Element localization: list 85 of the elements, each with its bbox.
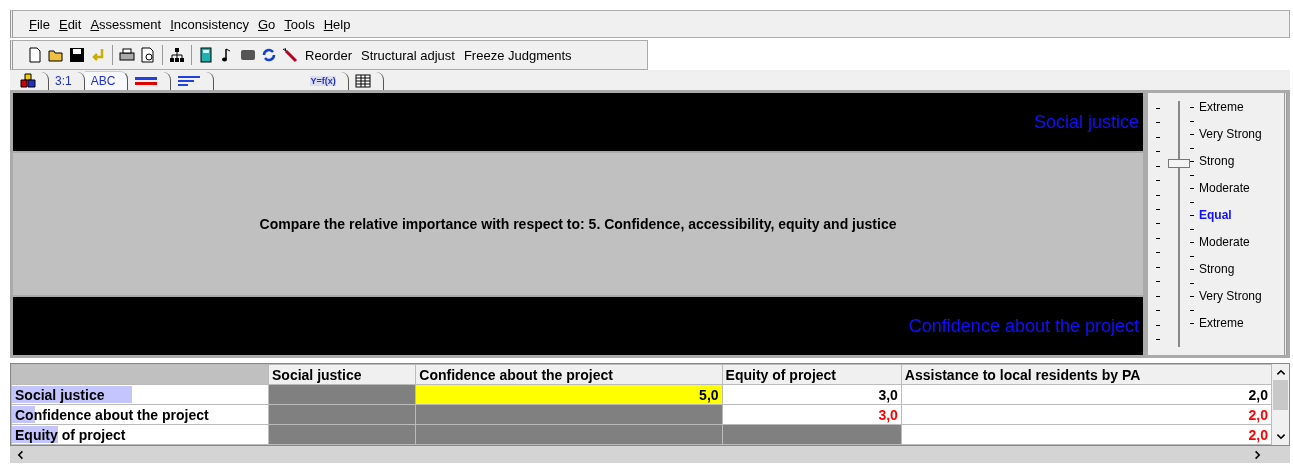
save-icon[interactable] <box>69 47 85 63</box>
row-header: Social justice <box>11 384 269 405</box>
tick-mark <box>1190 188 1194 190</box>
tick-mark <box>1190 255 1194 257</box>
folder-icon[interactable] <box>48 47 64 63</box>
tick-mark <box>1190 309 1194 311</box>
cubes-icon <box>20 73 36 89</box>
tick-mark <box>1190 201 1194 203</box>
row-header: Confidence about the project <box>11 404 269 425</box>
column-header: Equity of project <box>722 364 902 385</box>
table-icon <box>354 73 371 89</box>
tick-mark <box>1156 310 1160 312</box>
print-preview-icon[interactable] <box>140 47 156 63</box>
tick-mark <box>1190 323 1194 325</box>
two-bars-icon <box>134 75 159 87</box>
panel-icon[interactable] <box>240 47 256 63</box>
print-icon[interactable] <box>119 47 135 63</box>
element-name: Social justice <box>1033 111 1139 133</box>
tick-mark <box>1156 107 1160 109</box>
tick-mark <box>1156 339 1160 341</box>
tick-mark <box>1156 295 1160 297</box>
table-cell[interactable]: 2,0 <box>901 424 1272 445</box>
column-header: Social justice <box>268 364 416 385</box>
tick-mark <box>1190 296 1194 298</box>
tick-mark <box>1190 215 1194 217</box>
slider-thumb[interactable] <box>1168 158 1190 168</box>
tab[interactable]: ABC <box>84 71 129 90</box>
tick-mark <box>1190 107 1194 109</box>
tick-mark <box>1190 161 1194 163</box>
scale-label: Moderate <box>1199 235 1250 249</box>
prompt-text: Compare the relative importance with respect to: 5. Confidence, accessibility, equity and justice <box>259 216 897 232</box>
horizontal-scrollbar[interactable] <box>10 446 1290 463</box>
tick-mark <box>1156 194 1160 196</box>
menu-item[interactable]: Inconsistency <box>170 16 249 32</box>
vertical-scrollbar[interactable] <box>1272 364 1289 445</box>
menu-item[interactable]: Assessment <box>90 16 162 32</box>
row-header: Equity of project <box>11 424 269 445</box>
scale-label: Extreme <box>1199 316 1244 330</box>
tick-mark <box>1156 180 1160 182</box>
column-header: Confidence about the project <box>415 364 723 385</box>
wand-icon[interactable] <box>282 47 298 63</box>
sorted-bars-icon <box>177 75 202 87</box>
scale-label: Equal <box>1199 208 1232 222</box>
scale-label: Extreme <box>1199 100 1244 114</box>
tick-mark <box>1156 122 1160 124</box>
new-file-icon[interactable] <box>27 47 43 63</box>
scale-label: Very Strong <box>1199 289 1262 303</box>
tick-mark <box>1190 147 1194 149</box>
tick-mark <box>1156 151 1160 153</box>
menu-item[interactable]: Help <box>323 16 351 32</box>
scale-label: Strong <box>1199 262 1235 276</box>
tick-mark <box>1156 209 1160 210</box>
tick-mark <box>1190 282 1194 284</box>
tick-mark <box>1156 266 1160 268</box>
calculator-icon[interactable] <box>198 47 214 63</box>
table-cell[interactable]: 2,0 <box>901 404 1272 425</box>
menu-item[interactable]: Tools <box>284 16 315 32</box>
table-cell[interactable]: 2,0 <box>901 384 1272 405</box>
menu-item[interactable]: Go <box>257 16 276 32</box>
tick-mark <box>1156 223 1160 225</box>
hierarchy-icon[interactable] <box>169 47 185 63</box>
tick-mark <box>1190 228 1194 230</box>
tick-mark <box>1190 134 1194 136</box>
tick-mark <box>1190 120 1194 122</box>
toolbar-button[interactable]: Reorder <box>303 47 354 63</box>
element-name: Confidence about the project <box>908 315 1139 337</box>
column-header: Assistance to local residents by PA <box>901 364 1272 385</box>
toolbar-button[interactable]: Structural adjust <box>358 47 457 63</box>
tick-mark <box>1190 174 1194 176</box>
tick-mark <box>1156 136 1160 138</box>
tick-mark <box>1190 242 1194 244</box>
tick-mark <box>1156 165 1160 167</box>
refresh-icon[interactable] <box>261 47 277 63</box>
tick-mark <box>1156 237 1160 239</box>
tick-mark <box>1156 252 1160 254</box>
slider-track[interactable] <box>1168 101 1190 347</box>
tick-mark <box>1156 281 1160 283</box>
scale-label: Very Strong <box>1199 127 1262 141</box>
tick-mark <box>1190 269 1194 271</box>
toolbar-button[interactable]: Freeze Judgments <box>461 47 574 63</box>
scale-label: Strong <box>1199 154 1235 168</box>
menu-item[interactable]: Edit <box>58 16 82 32</box>
scale-label: Moderate <box>1199 181 1250 195</box>
menu-item[interactable]: File <box>29 16 50 32</box>
tick-mark <box>1156 324 1160 326</box>
